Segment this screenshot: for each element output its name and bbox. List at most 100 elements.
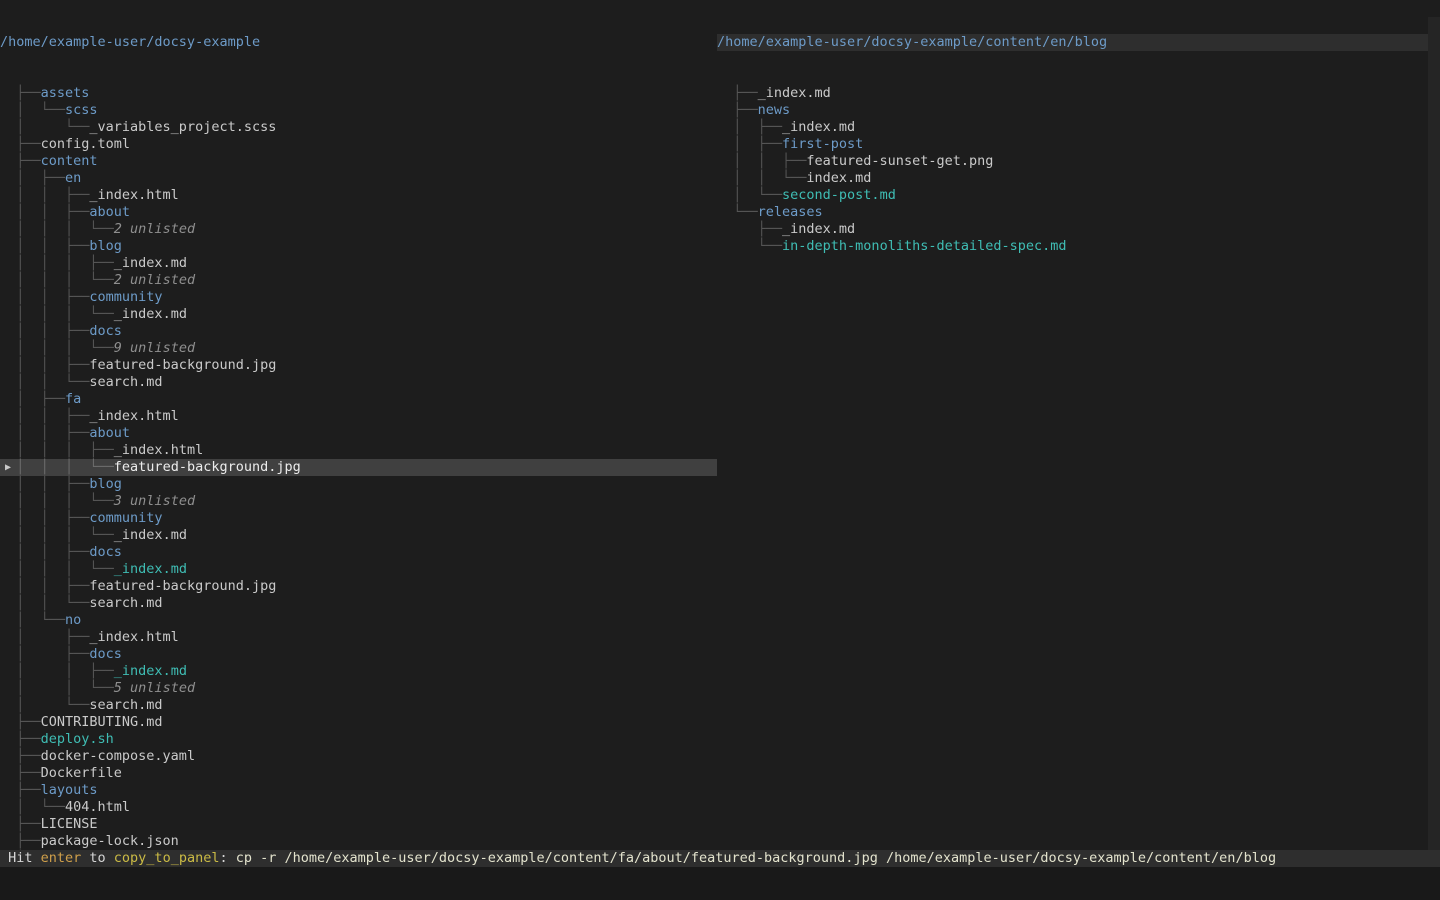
tree-row[interactable]: ├──Dockerfile <box>0 765 717 782</box>
tree-row[interactable]: └──in-depth-monoliths-detailed-spec.md <box>717 238 1440 255</box>
tree-row[interactable]: ├──package-lock.json <box>0 833 717 850</box>
broot-terminal: /home/example-user/docsy-example ├──asse… <box>0 0 1440 900</box>
tree-branch-lines: │ │ └── <box>0 680 114 696</box>
tree-row[interactable]: ├──layouts <box>0 782 717 799</box>
tree-branch-lines: │ ├── <box>717 136 782 152</box>
tree-row[interactable]: │ │ ├──docs <box>0 323 717 340</box>
tree-row[interactable]: │ ├──_index.html <box>0 629 717 646</box>
tree-row[interactable]: ├──docker-compose.yaml <box>0 748 717 765</box>
tree-row[interactable]: │ └──search.md <box>0 697 717 714</box>
tree-branch-lines: ├── <box>0 714 41 730</box>
tree-row[interactable]: │ ├──en <box>0 170 717 187</box>
tree-branch-lines: ├── <box>0 765 41 781</box>
tree-branch-lines: │ │ │ └── <box>0 221 114 237</box>
tree-row[interactable]: │ │ │ └──_index.md <box>0 561 717 578</box>
entry-name: featured-background.jpg <box>89 578 276 594</box>
tree-row[interactable]: │ │ ├──community <box>0 289 717 306</box>
tree-branch-lines: ├── <box>717 221 782 237</box>
tree-row[interactable]: │ └──no <box>0 612 717 629</box>
tree-branch-lines: │ └── <box>0 612 65 628</box>
entry-name: LICENSE <box>41 816 98 832</box>
tree-row[interactable]: ├──_index.md <box>717 221 1440 238</box>
tree-row[interactable]: │ ├──docs <box>0 646 717 663</box>
entry-name: featured-background.jpg <box>114 459 301 475</box>
tree-row[interactable]: │ │ │ └──3 unlisted <box>0 493 717 510</box>
tree-panel-left: /home/example-user/docsy-example ├──asse… <box>0 0 717 900</box>
entry-name: first-post <box>782 136 863 152</box>
tree-branch-lines: │ │ ├── <box>0 323 89 339</box>
entry-name: _index.md <box>114 561 187 577</box>
tree-row[interactable]: │ ├──_index.md <box>717 119 1440 136</box>
tree-row[interactable]: │ │ ├──featured-background.jpg <box>0 578 717 595</box>
entry-name: no <box>65 612 81 628</box>
panel-root-path: /home/example-user/docsy-example <box>0 34 717 51</box>
entry-name: _index.md <box>758 85 831 101</box>
tree-branch-lines: │ └── <box>0 697 89 713</box>
tree-row[interactable]: │ ├──first-post <box>717 136 1440 153</box>
tree-row[interactable]: │ │ ├──blog <box>0 238 717 255</box>
tree-branch-lines: │ │ └── <box>717 170 806 186</box>
entry-name: docs <box>89 544 122 560</box>
tree-row[interactable]: │ │ ├──community <box>0 510 717 527</box>
tree-row[interactable]: │ │ │ └──9 unlisted <box>0 340 717 357</box>
entry-name: scss <box>65 102 98 118</box>
tree-branch-lines: │ │ ├── <box>0 544 89 560</box>
tree-row[interactable]: │ │ ├──_index.html <box>0 408 717 425</box>
tree-branch-lines: │ │ ├── <box>0 510 89 526</box>
tree-row[interactable]: │ │ ├──blog <box>0 476 717 493</box>
tree-row[interactable]: ├──_index.md <box>717 85 1440 102</box>
tree-row[interactable]: │ └──scss <box>0 102 717 119</box>
tree-row[interactable]: │ │ └──search.md <box>0 595 717 612</box>
entry-name: news <box>758 102 791 118</box>
tree-row[interactable]: ├──CONTRIBUTING.md <box>0 714 717 731</box>
tree-row[interactable]: ├──assets <box>0 85 717 102</box>
status-separator: : <box>219 850 235 866</box>
tree-row[interactable]: ├──news <box>717 102 1440 119</box>
tree-row[interactable]: └──releases <box>717 204 1440 221</box>
tree-row[interactable]: │ │ └──search.md <box>0 374 717 391</box>
entry-name: about <box>89 425 130 441</box>
entry-name: deploy.sh <box>41 731 114 747</box>
tree-row[interactable]: │ │ │ └──_index.md <box>0 527 717 544</box>
tree-row[interactable]: │ │ ├──_index.md <box>0 663 717 680</box>
tree-row[interactable]: │ │ │ └──2 unlisted <box>0 221 717 238</box>
entry-name: Dockerfile <box>41 765 122 781</box>
tree-row[interactable]: ├──deploy.sh <box>0 731 717 748</box>
tree-row[interactable]: │ │ ├──featured-sunset-get.png <box>717 153 1440 170</box>
entry-name: about <box>89 204 130 220</box>
tree-row[interactable]: │ │ └──5 unlisted <box>0 680 717 697</box>
entry-name: index.md <box>806 170 871 186</box>
tree-row[interactable]: ▶ │ │ │ └──featured-background.jpg <box>0 459 717 476</box>
entry-name: _index.md <box>114 306 187 322</box>
tree-row[interactable]: ├──content <box>0 153 717 170</box>
tree-row[interactable]: │ ├──fa <box>0 391 717 408</box>
tree-row[interactable]: │ │ │ ├──_index.html <box>0 442 717 459</box>
scrollbar-track[interactable] <box>1428 17 1440 853</box>
tree-branch-lines: ├── <box>717 85 758 101</box>
tree-branch-lines: │ │ │ └── <box>0 561 114 577</box>
entry-name: fa <box>65 391 81 407</box>
tree-row[interactable]: │ │ └──index.md <box>717 170 1440 187</box>
tree-row[interactable]: │ │ ├──about <box>0 425 717 442</box>
tree-branch-lines: │ │ ├── <box>0 408 89 424</box>
entry-name: docker-compose.yaml <box>41 748 195 764</box>
tree-row[interactable]: ├──config.toml <box>0 136 717 153</box>
tree-row[interactable]: │ └──second-post.md <box>717 187 1440 204</box>
tree-row[interactable]: ├──LICENSE <box>0 816 717 833</box>
tree-row[interactable]: │ │ ├──about <box>0 204 717 221</box>
tree-row[interactable]: │ │ │ ├──_index.md <box>0 255 717 272</box>
tree-branch-lines: └── <box>717 238 782 254</box>
tree-branch-lines: │ │ ├── <box>717 153 806 169</box>
tree-row[interactable]: │ │ │ └──_index.md <box>0 306 717 323</box>
tree-row[interactable]: │ │ ├──_index.html <box>0 187 717 204</box>
tree-branch-lines: │ ├── <box>717 119 782 135</box>
tree-row[interactable]: │ └──404.html <box>0 799 717 816</box>
tree-row[interactable]: │ │ ├──docs <box>0 544 717 561</box>
tree-branch-lines: │ │ │ └── <box>0 340 114 356</box>
tree-branch-lines: │ ├── <box>0 170 65 186</box>
entry-name: community <box>89 510 162 526</box>
tree-row[interactable]: │ │ ├──featured-background.jpg <box>0 357 717 374</box>
tree-branch-lines: │ │ ├── <box>0 663 114 679</box>
tree-row[interactable]: │ │ │ └──2 unlisted <box>0 272 717 289</box>
tree-row[interactable]: │ └──_variables_project.scss <box>0 119 717 136</box>
